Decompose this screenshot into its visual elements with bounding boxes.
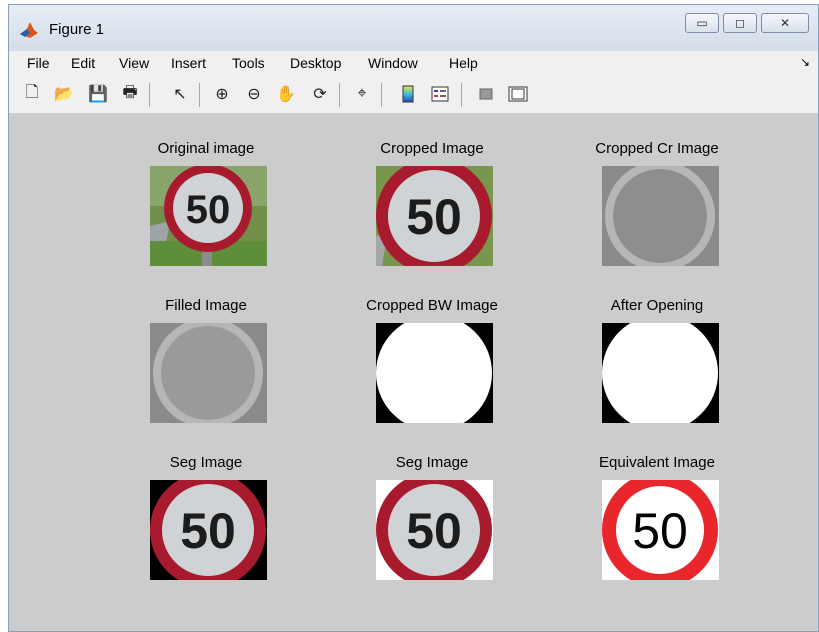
hide-plot-tools-icon[interactable] (475, 83, 497, 105)
show-plot-tools-icon[interactable] (507, 83, 529, 105)
cropped-bw-image[interactable] (376, 323, 493, 423)
seg-image-white[interactable]: 50 (376, 480, 493, 580)
colorbar-icon[interactable] (397, 83, 419, 105)
toolbar: 🗋 📂 💾 🖶 ↖ ⊕ ⊖ ✋ ⟳ ⌖ (9, 75, 818, 114)
sign-number-text: 50 (406, 503, 462, 559)
menu-view[interactable]: View (119, 55, 149, 71)
equivalent-image[interactable]: 50 (602, 480, 719, 580)
figure-canvas: Original image 50 Cropped Image 50 Cropp… (9, 113, 818, 631)
panel-title-cropped-cr: Cropped Cr Image (595, 140, 719, 157)
maximize-button[interactable]: ◻ (723, 13, 757, 33)
panel-title-seg-1: Seg Image (169, 454, 243, 471)
menu-edit[interactable]: Edit (71, 55, 95, 71)
toolbar-separator (381, 83, 382, 107)
dock-arrow-icon[interactable]: ↘ (800, 55, 810, 69)
figure-window: Figure 1 ▭ ◻ ✕ File Edit View Insert Too… (8, 4, 819, 632)
zoom-out-icon[interactable]: ⊖ (243, 83, 265, 105)
panel-title-filled: Filled Image (165, 297, 247, 314)
filled-image[interactable] (150, 323, 267, 423)
cropped-cr-image[interactable] (602, 166, 719, 266)
select-arrow-icon[interactable]: ↖ (169, 83, 191, 105)
menu-bar: File Edit View Insert Tools Desktop Wind… (9, 51, 818, 76)
title-bar[interactable]: Figure 1 ▭ ◻ ✕ (9, 5, 818, 51)
open-icon[interactable]: 📂 (53, 83, 75, 105)
data-cursor-icon[interactable]: ⌖ (351, 83, 373, 105)
panel-title-original: Original image (157, 140, 255, 157)
zoom-in-icon[interactable]: ⊕ (211, 83, 233, 105)
menu-tools[interactable]: Tools (232, 55, 265, 71)
sign-number-text: 50 (632, 503, 688, 559)
print-icon[interactable]: 🖶 (119, 83, 141, 105)
panel-title-after-opening: After Opening (610, 297, 704, 314)
legend-icon[interactable] (429, 83, 451, 105)
toolbar-separator (199, 83, 200, 107)
minimize-button[interactable]: ▭ (685, 13, 719, 33)
rotate-3d-icon[interactable]: ⟳ (309, 83, 331, 105)
sign-number-text: 50 (180, 503, 236, 559)
menu-file[interactable]: File (27, 55, 50, 71)
panel-title-seg-2: Seg Image (395, 454, 469, 471)
seg-image-black[interactable]: 50 (150, 480, 267, 580)
cropped-image[interactable]: 50 (376, 166, 493, 266)
toolbar-separator (339, 83, 340, 107)
panel-title-equivalent: Equivalent Image (599, 454, 715, 471)
panel-title-cropped: Cropped Image (380, 140, 484, 157)
menu-insert[interactable]: Insert (171, 55, 206, 71)
new-figure-icon[interactable]: 🗋 (21, 83, 43, 105)
sign-number-text: 50 (186, 188, 231, 232)
sign-number-text: 50 (406, 189, 462, 245)
after-opening-image[interactable] (602, 323, 719, 423)
menu-help[interactable]: Help (449, 55, 478, 71)
menu-window[interactable]: Window (368, 55, 418, 71)
menu-desktop[interactable]: Desktop (290, 55, 341, 71)
window-title: Figure 1 (49, 21, 105, 38)
toolbar-separator (149, 83, 150, 107)
close-button[interactable]: ✕ (761, 13, 809, 33)
pan-icon[interactable]: ✋ (275, 83, 297, 105)
matlab-logo-icon (20, 22, 38, 38)
save-icon[interactable]: 💾 (87, 83, 109, 105)
panel-title-cropped-bw: Cropped BW Image (366, 297, 498, 314)
original-image[interactable]: 50 (150, 166, 267, 266)
toolbar-separator (461, 83, 462, 107)
